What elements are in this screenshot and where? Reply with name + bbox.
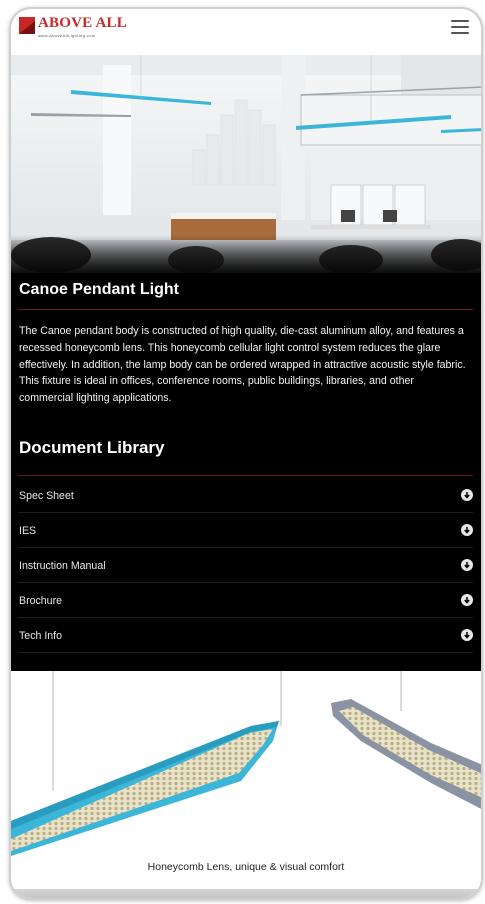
product-info-panel: Canoe Pendant Light The Canoe pendant bo… [11, 273, 481, 671]
library-divider [18, 475, 473, 476]
arrow-down-circle-icon[interactable] [461, 594, 473, 606]
product-closeup: Honeycomb Lens, unique & visual comfort [11, 671, 481, 898]
office-interior-image [11, 55, 481, 280]
feature-caption: Honeycomb Lens, unique & visual comfort [147, 861, 345, 873]
document-item-tech-info[interactable]: Tech Info [18, 618, 473, 653]
hero-image [11, 55, 481, 280]
arrow-down-circle-icon[interactable] [461, 524, 473, 536]
phone-frame: ABOVE ALL www.AboveAllLighting.com Canoe… [9, 7, 483, 900]
arrow-down-circle-icon[interactable] [461, 489, 473, 501]
brand-logo[interactable]: ABOVE ALL www.AboveAllLighting.com [19, 15, 144, 45]
document-item-brochure[interactable]: Brochure [18, 583, 473, 618]
document-item-spec-sheet[interactable]: Spec Sheet [18, 478, 473, 513]
document-item-label: Brochure [19, 595, 62, 607]
brand-name: ABOVE ALL [38, 15, 127, 31]
hamburger-menu-icon[interactable] [451, 20, 469, 34]
site-header: ABOVE ALL www.AboveAllLighting.com [11, 9, 481, 55]
honeycomb-lens-image [11, 671, 481, 856]
document-library-title: Document Library [19, 438, 165, 457]
arrow-down-circle-icon[interactable] [461, 629, 473, 641]
bottom-strip [11, 889, 481, 898]
arrow-down-circle-icon[interactable] [461, 559, 473, 571]
document-item-instruction-manual[interactable]: Instruction Manual [18, 548, 473, 583]
title-divider [18, 309, 473, 310]
document-item-ies[interactable]: IES [18, 513, 473, 548]
document-list: Spec Sheet IES Instruction Manual Brochu… [18, 478, 473, 653]
document-item-label: Instruction Manual [19, 560, 106, 572]
document-item-label: Spec Sheet [19, 490, 74, 502]
document-item-label: Tech Info [19, 630, 62, 642]
logo-mark-icon [19, 17, 35, 34]
brand-tagline: www.AboveAllLighting.com [38, 33, 96, 38]
product-description: The Canoe pendant body is constructed of… [19, 325, 466, 405]
product-title: Canoe Pendant Light [19, 281, 179, 298]
document-item-label: IES [19, 525, 37, 537]
